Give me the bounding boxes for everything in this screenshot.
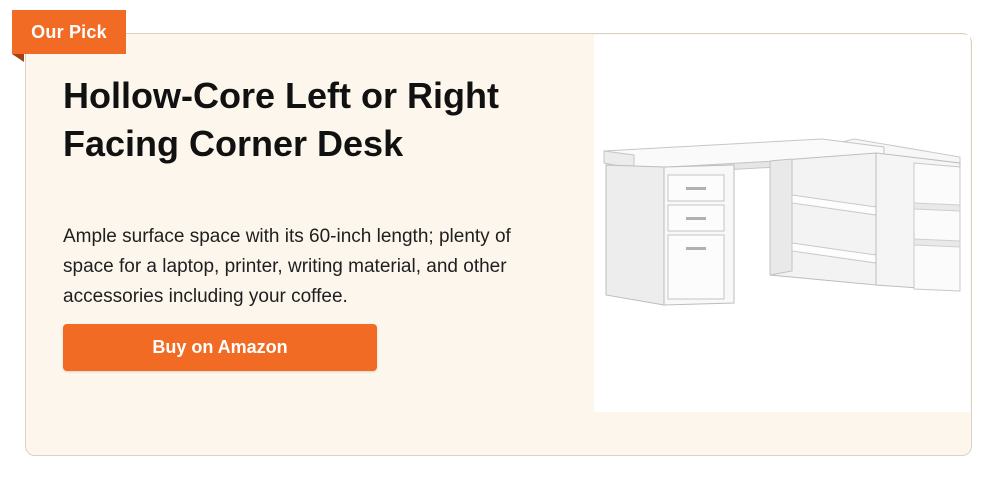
desk-illustration <box>603 138 961 306</box>
product-image[interactable] <box>594 35 970 412</box>
badge-fold <box>12 54 24 62</box>
product-description: Ample surface space with its 60-inch len… <box>63 226 511 307</box>
product-title: Hollow-Core Left or Right Facing Corner … <box>63 75 499 164</box>
buy-on-amazon-button[interactable]: Buy on Amazon <box>63 324 377 371</box>
our-pick-badge: Our Pick <box>12 10 126 54</box>
